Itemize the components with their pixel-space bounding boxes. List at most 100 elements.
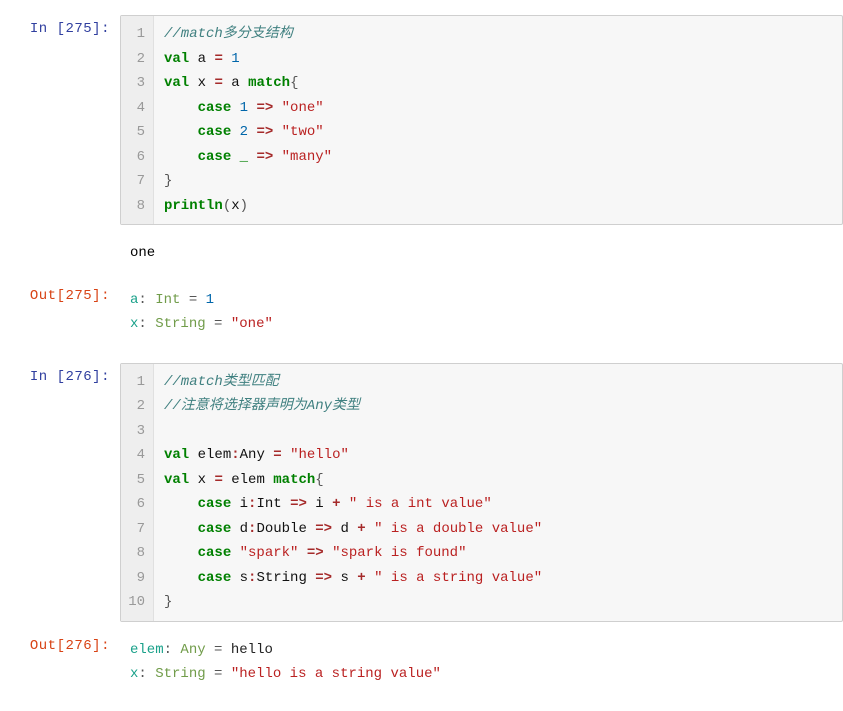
code-token: d [231,521,248,537]
code-token [164,570,198,586]
code-token: = [214,75,222,91]
code-token: 1 [240,100,248,116]
code-token: = [273,447,281,463]
code-token [164,124,198,140]
line-gutter: 12345678 [121,16,154,224]
stdout-text: one [130,245,155,261]
input-cell-276: In [276]: 12345678910 //match类型匹配 //注意将选… [0,358,843,627]
code-token: => [290,496,307,512]
out-token: "one" [231,316,273,332]
code-token: " is a double value" [374,521,542,537]
code-token: 1 [231,51,239,67]
out-token: = [180,292,205,308]
code-token: case [198,149,232,165]
result-area: a: Int = 1 x: String = "one" [120,282,843,343]
code-token: : [231,447,239,463]
code-token: ) [240,198,248,214]
code-token [164,100,198,116]
code-token: => [256,149,273,165]
output-cell-276: Out[276]: elem: Any = hello x: String = … [0,627,843,698]
out-token: Any [180,642,205,658]
code-token [298,545,306,561]
out-prompt: Out[275]: [0,282,120,304]
code-token: i [231,496,248,512]
code-token [265,447,273,463]
code-token [164,521,198,537]
code-token: val [164,472,189,488]
code-token: i [315,496,332,512]
code-token: s [231,570,248,586]
code-token: => [315,521,332,537]
code-token [341,496,349,512]
code-editor[interactable]: //match多分支结构 val a = 1 val x = a match{ … [154,16,842,224]
code-token: "spark" [240,545,299,561]
code-token: + [357,521,365,537]
code-token: val [164,51,189,67]
code-token: a [189,51,214,67]
code-token: x [189,75,214,91]
result-area: elem: Any = hello x: String = "hello is … [120,632,843,693]
code-token: { [315,472,323,488]
out-token: : [138,666,155,682]
code-token [366,521,374,537]
code-token: case [198,570,232,586]
code-token: case [198,100,232,116]
code-token [366,570,374,586]
code-token: _ [240,149,248,165]
code-token: //match类型匹配 [164,374,279,390]
out-token: "hello is a string value" [231,666,441,682]
code-token: => [256,124,273,140]
code-token: Double [256,521,306,537]
code-token: d [340,521,357,537]
code-token [164,149,198,165]
code-token: ( [223,198,231,214]
code-token: case [198,124,232,140]
code-token: val [164,447,189,463]
code-area[interactable]: 12345678910 //match类型匹配 //注意将选择器声明为Any类型… [120,363,843,622]
code-token: 2 [240,124,248,140]
code-token [273,149,281,165]
code-token [231,100,239,116]
code-token: => [315,570,332,586]
code-token [231,149,239,165]
code-token [307,570,315,586]
out-token: Int [155,292,180,308]
code-token: } [164,594,172,610]
code-token: = [214,51,222,67]
code-token [307,521,315,537]
code-token: case [198,496,232,512]
stdout-area: one [120,235,843,272]
out-token: : [164,642,181,658]
code-token: => [256,100,273,116]
code-token [282,496,290,512]
code-token [164,545,198,561]
in-prompt: In [276]: [0,363,120,385]
code-token: elem [223,472,273,488]
code-token: a [223,75,248,91]
out-token: = [206,642,231,658]
code-token: String [256,570,306,586]
code-token: "one" [282,100,324,116]
out-prompt: Out[276]: [0,632,120,654]
code-token: elem [189,447,231,463]
out-token: : [138,292,155,308]
in-prompt: In [275]: [0,15,120,37]
code-token [273,100,281,116]
code-token: match [273,472,315,488]
code-token: " is a int value" [349,496,492,512]
code-token: case [198,521,232,537]
out-token: hello [231,642,273,658]
code-token: + [357,570,365,586]
out-token: : [138,316,155,332]
input-cell-275: In [275]: 12345678 //match多分支结构 val a = … [0,10,843,230]
out-token: String [155,316,205,332]
code-area[interactable]: 12345678 //match多分支结构 val a = 1 val x = … [120,15,843,225]
code-token: //注意将选择器声明为Any类型 [164,398,360,414]
code-token: x [189,472,214,488]
code-token: = [214,472,222,488]
stdout-cell-275: one [0,230,843,277]
out-token: = [206,666,231,682]
code-editor[interactable]: //match类型匹配 //注意将选择器声明为Any类型 val elem:An… [154,364,842,621]
code-token: "hello" [290,447,349,463]
code-token: case [198,545,232,561]
